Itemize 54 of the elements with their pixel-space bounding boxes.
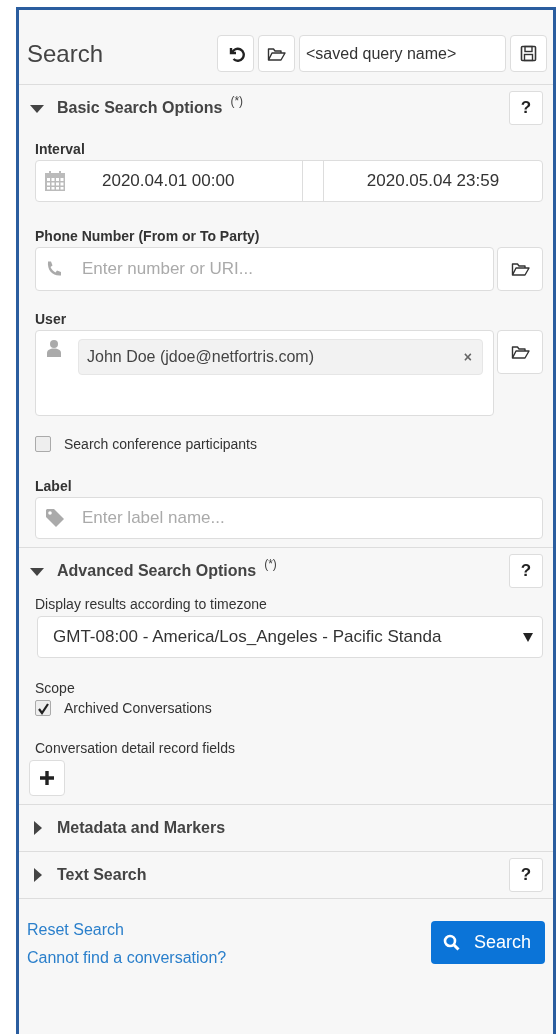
field-label: Label [35, 478, 73, 494]
folder-icon [510, 344, 530, 360]
field-label: Display results according to timezone [35, 596, 268, 612]
timezone-dropdown[interactable]: GMT-08:00 - America/Los_Angeles - Pacific Standa [37, 616, 543, 658]
browse-button[interactable] [497, 247, 543, 291]
search-button[interactable]: Search [430, 921, 545, 964]
interval-field[interactable]: 2020.04.01 00:00 2020.05.04 23:59 [35, 160, 543, 202]
field-label: User [35, 311, 68, 327]
search-icon [442, 934, 460, 951]
folder-icon [267, 45, 286, 62]
phone-field[interactable]: Enter number or URI... [35, 247, 494, 291]
help-button[interactable]: ? [509, 91, 543, 125]
label-field[interactable]: Enter label name... [35, 497, 543, 539]
calendar-icon [44, 170, 66, 192]
folder-icon [510, 261, 530, 277]
section-title[interactable]: Advanced Search Options [57, 562, 257, 580]
user-field[interactable]: John Doe (jdoe@netfortris.com) × [35, 330, 494, 416]
checkbox-label: Search conference participants [64, 436, 257, 452]
field-label: Conversation detail record fields [35, 740, 236, 756]
saved-query-field[interactable]: <saved query name> [299, 35, 506, 72]
save-button[interactable] [510, 35, 547, 72]
modified-mark: (*) [230, 94, 244, 108]
user-tag-text: John Doe (jdoe@netfortris.com) [87, 348, 315, 366]
end-date: 2020.05.04 23:59 [366, 171, 500, 191]
remove-button[interactable]: × [461, 349, 474, 365]
checkbox[interactable] [35, 436, 51, 452]
help-button[interactable]: ? [509, 858, 543, 892]
check-icon [36, 701, 50, 715]
open-button[interactable] [258, 35, 295, 72]
undo-button[interactable] [217, 35, 254, 72]
checkbox[interactable] [35, 700, 51, 716]
footer-link[interactable]: Reset Search [27, 921, 124, 939]
section-title[interactable]: Metadata and Markers [57, 819, 226, 837]
checkbox-label: Archived Conversations [64, 700, 212, 716]
field-label: Scope [35, 680, 76, 696]
section-title[interactable]: Basic Search Options [57, 99, 223, 117]
add-field-button[interactable] [29, 760, 65, 796]
section-title[interactable]: Text Search [57, 866, 147, 884]
help-button[interactable]: ? [509, 554, 543, 588]
caret-icon [522, 631, 534, 643]
user-icon [46, 339, 62, 357]
caret-right-icon[interactable] [31, 820, 43, 836]
tag-icon [45, 508, 65, 528]
plus-icon [40, 770, 54, 786]
panel-title: Search [27, 39, 105, 68]
field-label: Interval [35, 141, 86, 157]
modified-mark: (*) [264, 557, 277, 571]
phone-icon [45, 260, 63, 278]
footer-link[interactable]: Cannot find a conversation? [27, 949, 227, 967]
caret-right-icon[interactable] [31, 867, 43, 883]
field-label: Phone Number (From or To Party) [35, 228, 261, 244]
browse-button[interactable] [497, 330, 543, 374]
start-date: 2020.04.01 00:00 [102, 171, 235, 191]
save-icon [520, 45, 537, 62]
